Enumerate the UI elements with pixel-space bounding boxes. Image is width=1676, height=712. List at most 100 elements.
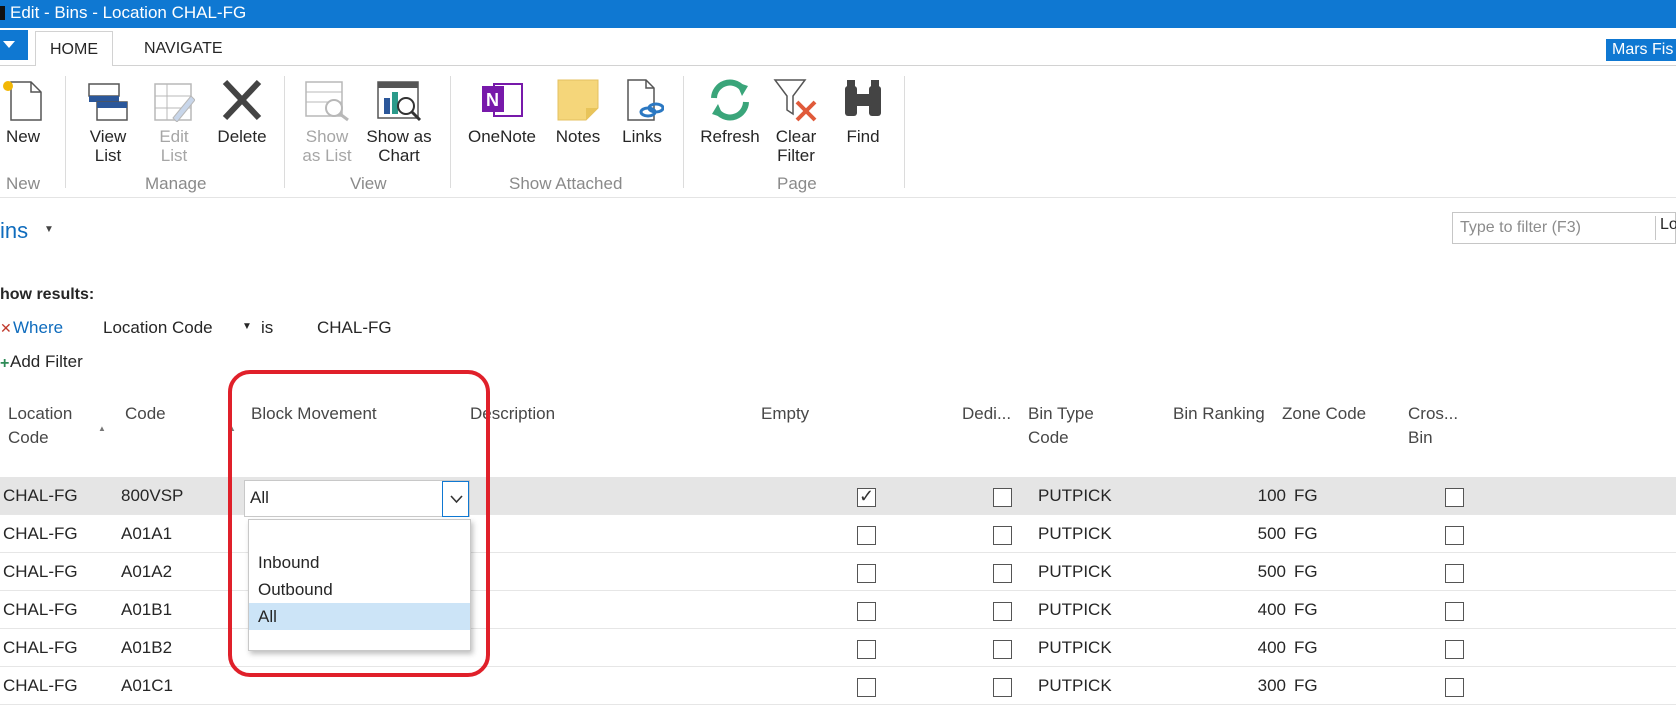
checkbox-empty[interactable] (857, 602, 876, 621)
edit-list-icon (154, 83, 195, 122)
where-label: Where (13, 318, 64, 337)
header-location-code[interactable]: Location Code (8, 402, 72, 450)
group-separator (904, 76, 905, 188)
checkbox-empty[interactable] (857, 526, 876, 545)
clear-filter-button[interactable]: Clear Filter (766, 78, 826, 165)
cell-bin-ranking[interactable]: 300 (1220, 676, 1286, 696)
quick-filter-input[interactable] (1460, 216, 1650, 240)
show-as-list-icon (305, 81, 349, 122)
cell-zone-code[interactable]: FG (1294, 676, 1318, 696)
checkbox-empty[interactable] (857, 678, 876, 697)
delete-button[interactable]: Delete (212, 78, 272, 146)
add-filter-link[interactable]: Add Filter (10, 352, 83, 372)
cell-bin-type-code[interactable]: PUTPICK (1038, 486, 1112, 506)
delete-label: Delete (217, 127, 267, 146)
show-as-list-button[interactable]: Show as List (297, 78, 357, 165)
cell-location-code[interactable]: CHAL-FG (3, 524, 78, 544)
group-separator (683, 76, 684, 188)
cell-zone-code[interactable]: FG (1294, 600, 1318, 620)
cell-location-code[interactable]: CHAL-FG (3, 676, 78, 696)
cell-zone-code[interactable]: FG (1294, 638, 1318, 658)
remove-filter-icon[interactable]: ✕ (0, 320, 12, 337)
new-button[interactable]: New (0, 78, 46, 146)
checkbox-dedicated[interactable] (993, 640, 1012, 659)
cell-bin-type-code[interactable]: PUTPICK (1038, 524, 1112, 544)
checkbox-cross-dock-bin[interactable] (1445, 526, 1464, 545)
checkbox-dedicated[interactable] (993, 602, 1012, 621)
checkbox-cross-dock-bin[interactable] (1445, 488, 1464, 507)
user-name-badge[interactable]: Mars Fis (1606, 39, 1676, 61)
checkbox-empty[interactable] (857, 640, 876, 659)
checkbox-cross-dock-bin[interactable] (1445, 602, 1464, 621)
cell-code[interactable]: 800VSP (121, 486, 183, 506)
header-empty[interactable]: Empty (761, 402, 809, 426)
checkbox-dedicated[interactable] (993, 488, 1012, 507)
cell-code[interactable]: A01C1 (121, 676, 173, 696)
notes-icon (557, 79, 599, 121)
cell-bin-ranking[interactable]: 500 (1220, 562, 1286, 582)
view-list-button[interactable]: View List (80, 78, 136, 165)
svg-text:N: N (486, 90, 499, 110)
checkbox-cross-dock-bin[interactable] (1445, 678, 1464, 697)
show-as-chart-icon (377, 81, 422, 122)
filter-value[interactable]: CHAL-FG (317, 318, 392, 338)
tab-navigate[interactable]: NAVIGATE (130, 31, 237, 67)
checkbox-dedicated[interactable] (993, 526, 1012, 545)
ribbon-tab-row (0, 28, 1676, 66)
cell-bin-type-code[interactable]: PUTPICK (1038, 676, 1112, 696)
show-as-chart-button[interactable]: Show as Chart (363, 78, 435, 165)
notes-button[interactable]: Notes (550, 78, 606, 146)
cell-location-code[interactable]: CHAL-FG (3, 600, 78, 620)
edit-list-button[interactable]: Edit List (146, 78, 202, 165)
checkbox-cross-dock-bin[interactable] (1445, 640, 1464, 659)
refresh-button[interactable]: Refresh (698, 78, 762, 146)
cell-code[interactable]: A01B2 (121, 638, 172, 658)
page-title[interactable]: ins (0, 218, 28, 244)
header-bin-type-code[interactable]: Bin Type Code (1028, 402, 1094, 450)
header-dedicated[interactable]: Dedi... (962, 402, 1011, 426)
cell-location-code[interactable]: CHAL-FG (3, 562, 78, 582)
checkbox-dedicated[interactable] (993, 678, 1012, 697)
caret-down-icon[interactable]: ▼ (242, 321, 252, 332)
find-button[interactable]: Find (836, 78, 890, 146)
cell-bin-type-code[interactable]: PUTPICK (1038, 638, 1112, 658)
header-cross-dock-bin-line2: Bin (1408, 428, 1433, 447)
cell-location-code[interactable]: CHAL-FG (3, 638, 78, 658)
cell-bin-type-code[interactable]: PUTPICK (1038, 600, 1112, 620)
app-menu-button[interactable] (0, 30, 28, 60)
cell-bin-ranking[interactable]: 400 (1220, 600, 1286, 620)
quick-filter-field[interactable]: Lo (1660, 216, 1676, 234)
cell-bin-ranking[interactable]: 400 (1220, 638, 1286, 658)
plus-icon[interactable]: + (0, 355, 9, 373)
binoculars-icon (845, 80, 881, 116)
chevron-down-icon[interactable]: ▼ (44, 224, 54, 235)
view-list-label-2: List (94, 146, 122, 165)
checkbox-cross-dock-bin[interactable] (1445, 564, 1464, 583)
header-bin-ranking[interactable]: Bin Ranking (1173, 402, 1265, 426)
show-as-list-label-2: as List (302, 146, 352, 165)
group-new-label: New (6, 174, 41, 193)
checkbox-empty[interactable] (857, 564, 876, 583)
cell-zone-code[interactable]: FG (1294, 524, 1318, 544)
group-page-label: Page (777, 174, 817, 193)
onenote-button[interactable]: N OneNote (462, 78, 542, 146)
cell-code[interactable]: A01A1 (121, 524, 172, 544)
filter-field-name[interactable]: Location Code (103, 318, 213, 338)
cell-bin-ranking[interactable]: 100 (1220, 486, 1286, 506)
header-code[interactable]: Code (125, 402, 166, 426)
cell-code[interactable]: A01B1 (121, 600, 172, 620)
title-bar (0, 0, 1676, 28)
cell-zone-code[interactable]: FG (1294, 562, 1318, 582)
header-zone-code[interactable]: Zone Code (1282, 402, 1366, 426)
checkbox-empty[interactable] (857, 486, 876, 507)
cell-bin-type-code[interactable]: PUTPICK (1038, 562, 1112, 582)
checkbox-dedicated[interactable] (993, 564, 1012, 583)
links-button[interactable]: Links (614, 78, 670, 146)
cell-bin-ranking[interactable]: 500 (1220, 524, 1286, 544)
cell-code[interactable]: A01A2 (121, 562, 172, 582)
tab-home[interactable]: HOME (35, 31, 113, 67)
cell-location-code[interactable]: CHAL-FG (3, 486, 78, 506)
cell-zone-code[interactable]: FG (1294, 486, 1318, 506)
header-cross-dock-bin[interactable]: Cros... Bin (1408, 402, 1458, 450)
header-bin-type-code-line2: Code (1028, 428, 1069, 447)
